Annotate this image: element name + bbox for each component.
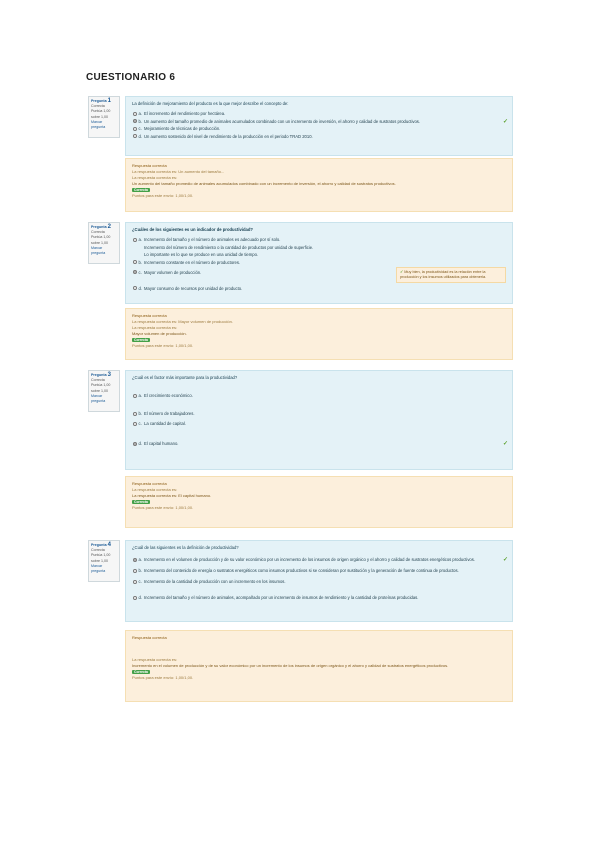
question-number: 3 [107, 372, 111, 378]
question-points: Puntúa 1,00 sobre 1,00 [91, 235, 111, 245]
score-text: Puntos para este envío: 1,00/1,00. [132, 343, 194, 348]
answer-option[interactable]: b. Incremento del contenido de energía o … [132, 568, 506, 574]
radio-button[interactable] [133, 126, 137, 131]
answer-option[interactable]: b. Un aumento del tamaño promedio de anim… [132, 118, 508, 125]
answer-option[interactable]: b. Incremento constante en el número de p… [132, 260, 506, 266]
question-number: 2 [107, 224, 111, 230]
feedback-title: Respuesta correcta [132, 635, 167, 640]
check-icon: ✓ [400, 270, 404, 274]
radio-button[interactable] [133, 411, 137, 416]
flag-question-link[interactable]: Marcar pregunta [91, 246, 117, 256]
question-number: 4 [107, 542, 111, 548]
question-info: Pregunta 3 Correcta Puntúa 1,00 sobre 1,… [88, 370, 120, 412]
radio-button[interactable] [133, 579, 137, 584]
question-number: 1 [107, 98, 111, 104]
flag-question-link[interactable]: Marcar pregunta [91, 120, 117, 130]
question-text: ¿Cuál de las siguientes es la definición… [132, 545, 239, 550]
answer-option[interactable]: d. Un aumento sostenido del nivel de rend… [132, 134, 506, 140]
radio-button[interactable] [133, 111, 137, 116]
check-icon: ✓ [502, 557, 508, 563]
answer-option-continued: Incremento del número de rendimiento o l… [144, 244, 314, 250]
question-points: Puntúa 1,00 sobre 1,00 [91, 109, 111, 119]
question-4: Pregunta 4 Correcta Puntúa 1,00 sobre 1,… [88, 540, 513, 705]
correct-badge: Correcta [132, 500, 150, 505]
question-text: ¿Cuáles de los siguientes es un indicado… [132, 227, 253, 232]
check-icon: ✓ [502, 118, 508, 125]
feedback-box: Respuesta correcta La respuesta correcta… [125, 158, 513, 212]
flag-question-link[interactable]: Marcar pregunta [91, 564, 117, 574]
question-points: Puntúa 1,00 sobre 1,00 [91, 553, 111, 563]
radio-button[interactable] [133, 421, 137, 426]
correct-badge: Correcta [132, 188, 150, 193]
radio-button[interactable] [133, 568, 137, 573]
question-content: ¿Cuáles de los siguientes es un indicado… [125, 222, 513, 304]
question-info: Pregunta 4 Correcta Puntúa 1,00 sobre 1,… [88, 540, 120, 582]
question-content: ¿Cuál es el factor más importante para l… [125, 370, 513, 470]
answer-option[interactable]: a. Incremento del tamaño y el número de a… [132, 237, 506, 243]
question-3: Pregunta 3 Correcta Puntúa 1,00 sobre 1,… [88, 370, 513, 530]
question-points: Puntúa 1,00 sobre 1,00 [91, 383, 111, 393]
question-2: Pregunta 2 Correcta Puntúa 1,00 sobre 1,… [88, 222, 513, 364]
score-text: Puntos para este envío: 1,00/1,00. [132, 193, 194, 198]
question-text: ¿Cuál es el factor más importante para l… [132, 375, 238, 380]
question-info: Pregunta 1 Correcta Puntúa 1,00 sobre 1,… [88, 96, 120, 138]
question-1: Pregunta 1 Correcta Puntúa 1,00 sobre 1,… [88, 96, 513, 216]
radio-button[interactable] [133, 119, 137, 123]
score-text: Puntos para este envío: 1,00/1,00. [132, 505, 194, 510]
question-text: La definición de mejoramiento del produc… [132, 101, 289, 106]
specific-feedback: ✓ Muy bien, la productividad es la relac… [396, 267, 506, 283]
question-content: La definición de mejoramiento del produc… [125, 96, 513, 156]
score-text: Puntos para este envío: 1,00/1,00. [132, 675, 194, 680]
flag-question-link[interactable]: Marcar pregunta [91, 394, 117, 404]
question-info: Pregunta 2 Correcta Puntúa 1,00 sobre 1,… [88, 222, 120, 264]
answer-option[interactable]: c. La cantidad de capital. [132, 421, 506, 427]
radio-button[interactable] [133, 134, 137, 138]
document-title: CUESTIONARIO 6 [86, 72, 176, 83]
correct-badge: Correcta [132, 670, 150, 675]
radio-button[interactable] [133, 595, 137, 600]
answer-option[interactable]: a. Incremento en el volumen de producción… [132, 557, 508, 563]
radio-button[interactable] [133, 557, 137, 562]
answer-option[interactable]: c. Mejoramiento de técnicas de producción… [132, 126, 506, 132]
check-icon: ✓ [502, 441, 508, 447]
answer-option[interactable]: a. El crecimiento económico. [132, 393, 506, 399]
radio-button[interactable] [133, 441, 137, 446]
answer-option[interactable]: b. El número de trabajadores. [132, 411, 506, 417]
feedback-box: Respuesta correcta La respuesta correcta… [125, 630, 513, 702]
answer-option[interactable]: d. Mayor consumo de recursos por unidad d… [132, 286, 506, 292]
answer-option[interactable]: c. Incremento de la cantidad de producció… [132, 579, 506, 585]
radio-button[interactable] [133, 260, 137, 264]
radio-button[interactable] [133, 393, 137, 398]
answer-option[interactable]: d. Incremento del tamaño y el número de a… [132, 595, 506, 601]
radio-button[interactable] [133, 270, 137, 274]
radio-button[interactable] [133, 286, 137, 290]
feedback-box: Respuesta correcta La respuesta correcta… [125, 476, 513, 528]
question-content: ¿Cuál de las siguientes es la definición… [125, 540, 513, 622]
answer-option-continued: Lo importante es lo que se produce en un… [144, 252, 259, 257]
feedback-box: Respuesta correcta La respuesta correcta… [125, 308, 513, 360]
answer-option[interactable]: a. El incremento del rendimiento por hect… [132, 111, 506, 117]
radio-button[interactable] [133, 237, 137, 242]
correct-badge: Correcta [132, 338, 150, 343]
answer-option[interactable]: d. El capital humano. ✓ [132, 441, 508, 447]
